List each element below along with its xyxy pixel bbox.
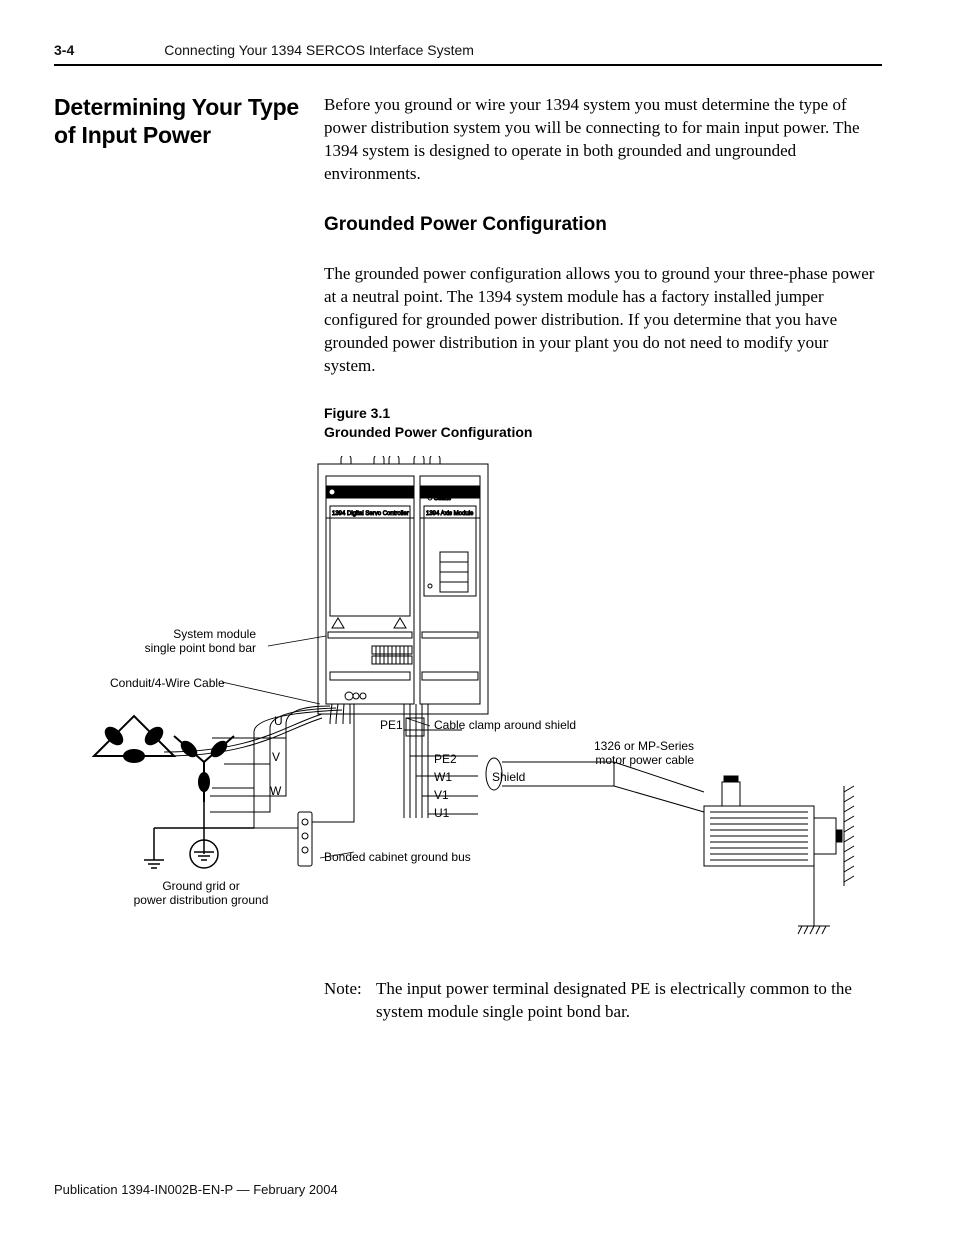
header-rule	[54, 64, 882, 66]
figure-number: Figure 3.1	[324, 404, 882, 423]
intro-paragraph: Before you ground or wire your 1394 syst…	[324, 94, 882, 186]
label-system-module-1: System module	[145, 628, 256, 642]
label-pe1: PE1	[380, 718, 403, 732]
figure-title: Grounded Power Configuration	[324, 423, 882, 442]
label-u1: U1	[434, 806, 449, 820]
label-ground-grid-2: power distribution ground	[116, 894, 286, 908]
sub-heading: Grounded Power Configuration	[324, 212, 882, 238]
label-bonded-bus: Bonded cabinet ground bus	[324, 850, 471, 864]
label-pe2: PE2	[434, 752, 457, 766]
label-motor-cable-2: motor power cable	[594, 754, 694, 768]
running-title: Connecting Your 1394 SERCOS Interface Sy…	[164, 42, 474, 58]
publication-footer: Publication 1394-IN002B-EN-P — February …	[54, 1182, 338, 1197]
label-v1: V1	[434, 788, 449, 802]
page-number: 3-4	[54, 42, 74, 58]
label-system-module-2: single point bond bar	[145, 642, 256, 656]
note-label: Note:	[324, 978, 376, 1024]
device-model-1-text: 1394 Digital Servo Controller	[332, 511, 409, 517]
label-w: W	[270, 784, 281, 798]
label-cable-clamp: Cable clamp around shield	[434, 718, 576, 732]
label-u: U	[274, 714, 283, 728]
grounded-paragraph: The grounded power configuration allows …	[324, 263, 882, 378]
device-brand-text: Allen-Bradley	[338, 490, 374, 496]
label-v: V	[272, 750, 280, 764]
status-text: Status	[434, 496, 451, 502]
device-model-2-text: 1394 Axis Module	[426, 511, 474, 517]
label-ground-grid-1: Ground grid or	[116, 880, 286, 894]
label-shield: Shield	[492, 770, 525, 784]
label-conduit: Conduit/4-Wire Cable	[110, 676, 225, 690]
figure-diagram: Allen-Bradley 1394 Digital Servo Control…	[54, 456, 874, 956]
label-motor-cable-1: 1326 or MP-Series	[594, 740, 694, 754]
side-heading: Determining Your Type of Input Power	[54, 94, 304, 452]
note-text: The input power terminal designated PE i…	[376, 978, 882, 1024]
label-w1: W1	[434, 770, 452, 784]
